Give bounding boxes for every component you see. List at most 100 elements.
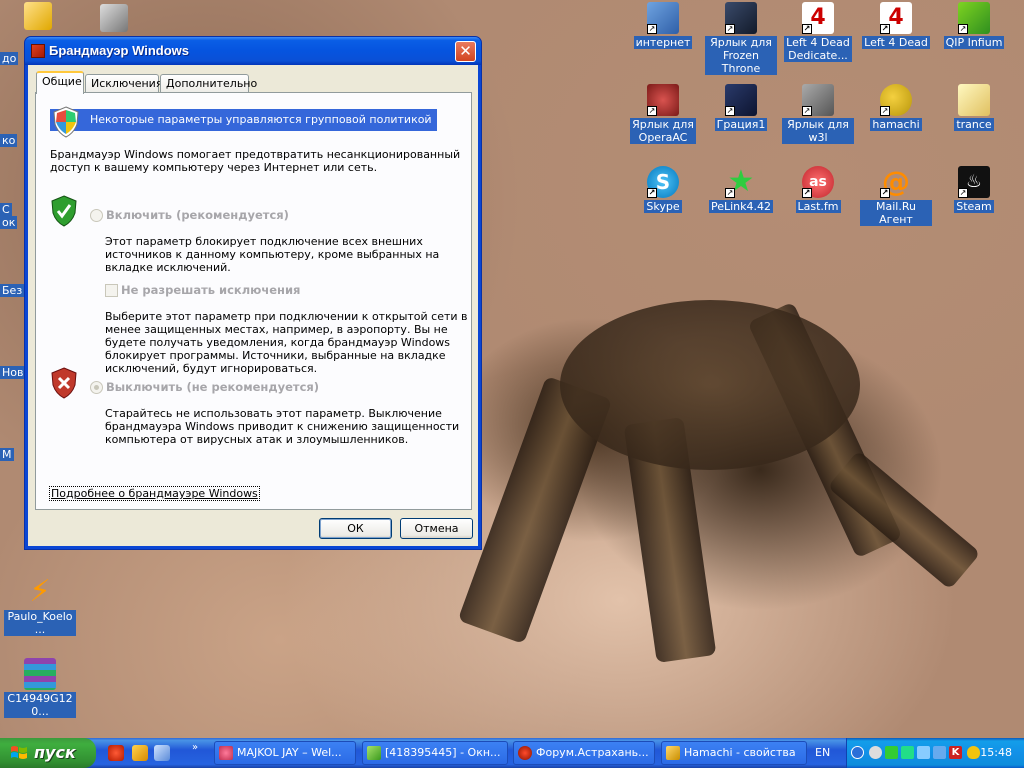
tab-general[interactable]: Общие [36,71,84,94]
desktop-icon-label: М [0,448,14,461]
desktop-icon-gracia[interactable]: ↗ Грация1 [705,84,777,131]
enable-option-label: Включить (рекомендуется) [106,208,289,222]
winamp-icon: ⚡ [29,574,51,609]
desktop-icon-l4d-dedicated[interactable]: 4 ↗ Left 4 Dead Dedicate... [782,2,854,62]
desktop-icon-label: С [0,203,12,216]
window-title: Брандмауэр Windows [49,43,190,58]
steam-icon: ♨ ↗ [958,166,990,198]
close-icon: ✕ [459,42,472,60]
taskbar-button-label: [418395445] - Окн... [385,746,501,759]
taskbar-button[interactable]: Форум.Астрахань... [513,741,655,765]
desktop-icon-partial[interactable]: Без [0,284,25,297]
tray-kaspersky-icon[interactable]: K [949,746,962,759]
tray-app-icon[interactable] [885,746,898,759]
tray-network-icon[interactable] [901,746,914,759]
desktop-icon-label: C14949G120... [4,692,76,718]
taskbar-button[interactable]: [418395445] - Окн... [362,741,508,765]
disable-radio[interactable] [90,381,103,394]
clock[interactable]: 15:48 [980,746,1012,759]
desktop-icon-pelink[interactable]: ★ ↗ PeLink4.42 [705,166,777,213]
desktop-icon-partial[interactable]: Нов [0,366,26,379]
taskbar-button[interactable]: MAJKOL JAY – Wel... [214,741,356,765]
tray-network-icon[interactable] [917,746,930,759]
lastfm-icon: as ↗ [802,166,834,198]
show-desktop-icon[interactable] [154,745,170,761]
computer-icon[interactable] [100,4,128,32]
desktop-icon-label: Steam [954,200,994,213]
desktop-icon-frozen-throne[interactable]: ↗ Ярлык для Frozen Throne [705,2,777,75]
qip-chat-icon [367,746,381,760]
firewall-dialog: Брандмауэр Windows ✕ Общие Исключения До… [24,36,482,550]
enable-radio[interactable] [90,209,103,222]
tray-collapse-icon[interactable] [851,746,864,759]
tray-shield-icon[interactable] [967,746,980,759]
desktop-icon-label: Ярлык для OperaAC [630,118,696,144]
desktop-icon-mailru[interactable]: @ ↗ Mail.Ru Агент [860,166,932,226]
desktop-icon-label: ко [0,134,18,147]
tray-cd-icon[interactable] [869,746,882,759]
desktop-icon-steam[interactable]: ♨ ↗ Steam [938,166,1010,213]
taskbar-button-label: Форум.Астрахань... [536,746,649,759]
desktop-icon-label: Mail.Ru Агент [860,200,932,226]
taskbar-button-label: MAJKOL JAY – Wel... [237,746,342,759]
intro-text: Брандмауэр Windows помогает предотвратит… [50,148,461,174]
document-icon [958,84,990,116]
opera-quicklaunch-icon[interactable] [108,745,124,761]
quicklaunch-expand-icon[interactable]: » [192,742,198,753]
desktop-icon-qip[interactable]: ↗ QIP Infium [938,2,1010,49]
close-button[interactable]: ✕ [455,41,476,62]
browser-icon [219,746,233,760]
no-exceptions-checkbox[interactable] [105,284,118,297]
group-policy-notice: Некоторые параметры управляются группово… [90,113,432,126]
dialog-client: Общие Исключения Дополнительно Некоторые… [28,65,478,546]
desktop-icon-partial[interactable]: Сок [0,203,18,229]
desktop-icon-w3l[interactable]: ↗ Ярлык для w3l [782,84,854,144]
no-exceptions-description: Выберите этот параметр при подключении к… [105,310,468,375]
desktop-icon-lastfm[interactable]: as ↗ Last.fm [782,166,854,213]
desktop-icon-label: Без [0,284,25,297]
warcraft-icon: ↗ [725,2,757,34]
cancel-button[interactable]: Отмена [400,518,473,539]
desktop-icon-hamachi[interactable]: ↗ hamachi [860,84,932,131]
ok-button[interactable]: ОК [319,518,392,539]
desktop-icon-partial[interactable]: до [0,52,19,65]
folder-icon[interactable] [24,2,52,30]
desktop-icon-label: hamachi [870,118,922,131]
more-info-link[interactable]: Подробнее о брандмауэре Windows [49,486,260,501]
tray-network-icon[interactable] [933,746,946,759]
desktop-icon-partial[interactable]: ко [0,134,18,147]
desktop-icon-internet[interactable]: ↗ интернет [627,2,699,49]
desktop-icon-label: trance [954,118,994,131]
desktop-icon-rar[interactable]: C14949G120... [2,658,78,718]
no-exceptions-label: Не разрешать исключения [121,283,301,297]
desktop-icon-partial[interactable]: М [0,448,14,461]
taskbar-button[interactable]: Hamachi - свойства [661,741,807,765]
desktop-icon-label: Left 4 Dead [862,36,930,49]
winamp-quicklaunch-icon[interactable] [132,745,148,761]
tab-exceptions[interactable]: Исключения [85,74,162,93]
hamachi-icon: ↗ [880,84,912,116]
desktop-icon-winamp[interactable]: ⚡ Paulo_Koelo... [2,576,78,636]
tab-advanced[interactable]: Дополнительно [160,74,257,93]
left4dead-icon: 4 ↗ [802,2,834,34]
desktop-icon-operaac[interactable]: ↗ Ярлык для OperaAC [627,84,699,144]
title-bar[interactable]: Брандмауэр Windows ✕ [25,37,481,65]
wallpaper-spider-body [560,300,860,470]
desktop-icon-label: интернет [633,36,693,49]
desktop-icon-label: Ярлык для w3l [782,118,854,144]
system-tray: K 15:48 [846,738,1024,768]
firewall-brick-icon [31,44,45,58]
desktop-icon-trance[interactable]: trance [938,84,1010,131]
desktop-icon-label: ок [0,216,18,229]
desktop-icon-skype[interactable]: S ↗ Skype [627,166,699,213]
desktop-icon-l4d[interactable]: 4 ↗ Left 4 Dead [860,2,932,49]
left4dead-icon: 4 ↗ [880,2,912,34]
skype-icon: S ↗ [647,166,679,198]
language-indicator[interactable]: EN [815,746,830,759]
start-button[interactable]: пуск [0,738,96,768]
mailru-icon: @ ↗ [880,165,910,198]
desktop-icon-label: Left 4 Dead Dedicate... [784,36,852,62]
disable-description: Старайтесь не использовать этот параметр… [105,407,460,446]
taskbar: пуск » MAJKOL JAY – Wel... [418395445] -… [0,738,1024,768]
desktop-icon-label: Last.fm [795,200,841,213]
